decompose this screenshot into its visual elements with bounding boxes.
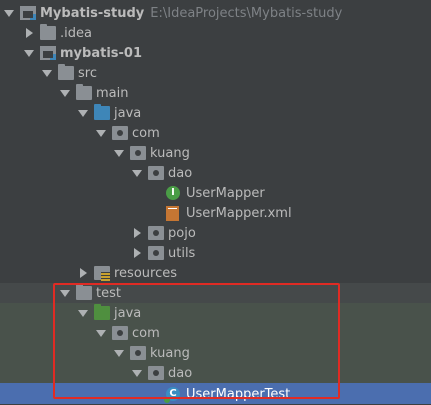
module-folder-icon — [20, 6, 36, 20]
tree-node-label: UserMapper.xml — [186, 205, 292, 221]
tree-node-label: java — [114, 105, 142, 121]
chevron-right-icon[interactable] — [78, 268, 88, 278]
package-icon — [148, 246, 164, 260]
tree-node-com-main[interactable]: com — [0, 123, 431, 143]
project-path: E:\IdeaProjects\Mybatis-study — [150, 5, 343, 21]
tree-node-idea[interactable]: .idea — [0, 23, 431, 43]
chevron-right-icon[interactable] — [132, 228, 142, 238]
tree-node-label: Mybatis-study — [40, 5, 145, 21]
chevron-right-icon[interactable] — [24, 28, 34, 38]
resources-folder-icon — [94, 266, 110, 281]
tree-node-label: UserMapper — [186, 185, 265, 201]
tree-node-mybatis-study[interactable]: Mybatis-study E:\IdeaProjects\Mybatis-st… — [0, 3, 431, 23]
tree-node-label: pojo — [168, 225, 196, 241]
tree-node-label: main — [96, 85, 129, 101]
package-icon — [148, 226, 164, 240]
xml-file-icon — [166, 205, 179, 221]
tree-node-label: resources — [114, 265, 178, 281]
tree-node-label: com — [132, 125, 160, 141]
chevron-down-icon[interactable] — [4, 8, 14, 18]
folder-icon — [76, 84, 92, 100]
chevron-down-icon[interactable] — [24, 48, 34, 58]
tree-node-label: mybatis-01 — [60, 45, 142, 61]
tree-node-utils[interactable]: utils — [0, 243, 431, 263]
chevron-down-icon[interactable] — [96, 128, 106, 138]
chevron-down-icon[interactable] — [42, 68, 52, 78]
tree-node-kuang-main[interactable]: kuang — [0, 143, 431, 163]
source-folder-icon — [94, 104, 110, 120]
folder-icon — [40, 24, 56, 40]
chevron-right-icon[interactable] — [132, 248, 142, 258]
tree-node-dao-main[interactable]: dao — [0, 163, 431, 183]
tree-node-resources[interactable]: resources — [0, 263, 431, 283]
package-icon — [130, 146, 146, 160]
tree-node-pojo[interactable]: pojo — [0, 223, 431, 243]
tree-node-label: src — [78, 65, 97, 81]
chevron-down-icon[interactable] — [132, 168, 142, 178]
interface-icon: I — [166, 186, 180, 200]
tree-node-java-main[interactable]: java — [0, 103, 431, 123]
chevron-down-icon[interactable] — [114, 148, 124, 158]
chevron-down-icon[interactable] — [60, 88, 70, 98]
tree-node-label: dao — [168, 165, 193, 181]
tree-node-label: kuang — [150, 145, 190, 161]
tree-node-label: .idea — [60, 25, 92, 41]
package-icon — [148, 166, 164, 180]
module-folder-icon — [40, 46, 56, 60]
tree-node-src[interactable]: src — [0, 63, 431, 83]
package-icon — [112, 126, 128, 140]
folder-icon — [58, 64, 74, 80]
red-annotation-box — [53, 283, 340, 399]
tree-node-usermapper-xml[interactable]: UserMapper.xml — [0, 203, 431, 223]
chevron-down-icon[interactable] — [78, 108, 88, 118]
tree-node-usermapper[interactable]: I UserMapper — [0, 183, 431, 203]
tree-node-main[interactable]: main — [0, 83, 431, 103]
tree-node-label: utils — [168, 245, 196, 261]
tree-node-mybatis-01[interactable]: mybatis-01 — [0, 43, 431, 63]
